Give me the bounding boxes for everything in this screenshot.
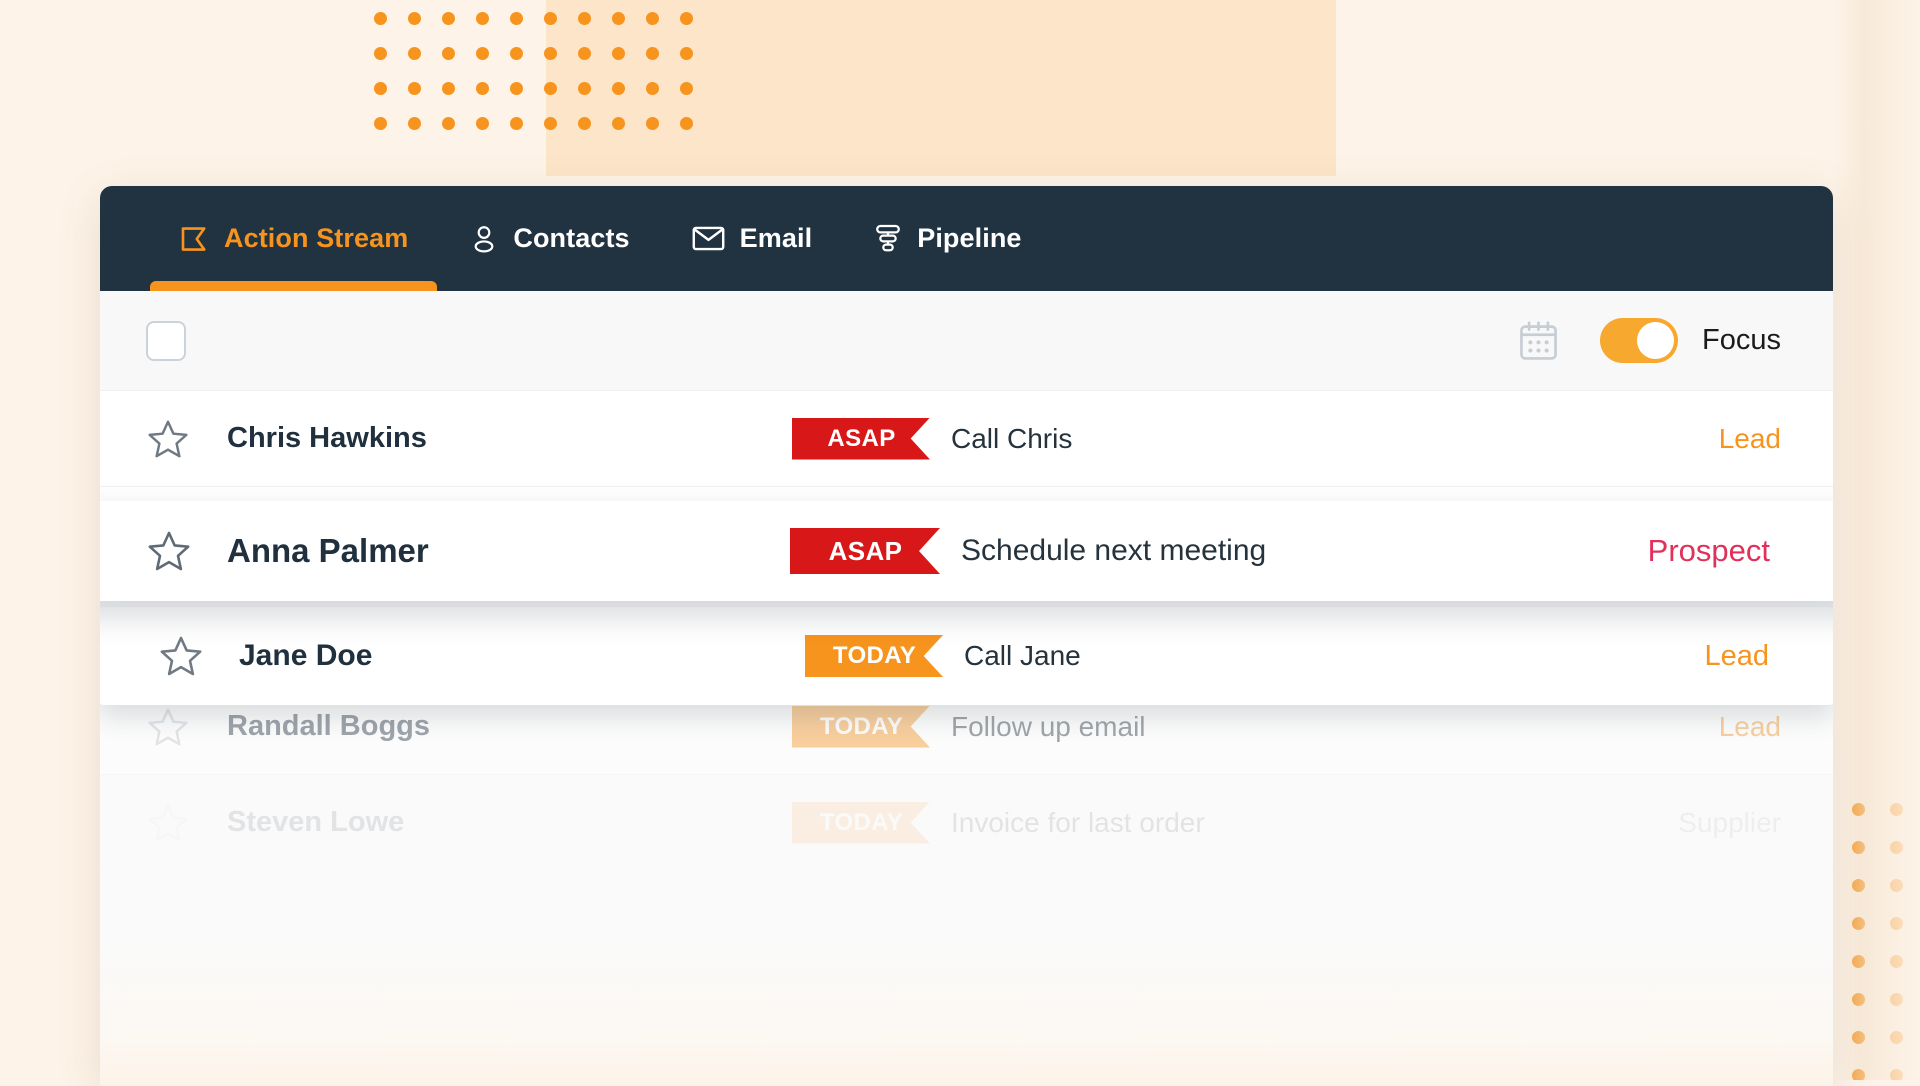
priority-badge: ASAP xyxy=(790,528,940,574)
decorative-dot xyxy=(374,47,387,60)
decorative-dot xyxy=(544,12,557,25)
star-icon[interactable] xyxy=(158,633,204,679)
tab-label-contacts: Contacts xyxy=(513,223,630,253)
star-icon[interactable] xyxy=(146,417,192,461)
decorative-dot xyxy=(680,12,693,25)
decorative-dot xyxy=(374,12,387,25)
task-text: Call Jane xyxy=(964,640,1081,671)
decorative-dot xyxy=(442,82,455,95)
select-all-checkbox[interactable] xyxy=(146,320,186,361)
row-task-group: TODAY Invoice for last order xyxy=(792,801,1205,844)
tab-action-stream[interactable]: Action Stream xyxy=(148,186,439,291)
action-stream-list: Chris Hawkins ASAP Call Chris Lead Anna Palm… xyxy=(100,391,1833,871)
status-badge: Supplier xyxy=(1678,806,1781,838)
focus-label: Focus xyxy=(1702,324,1781,356)
decorative-dot xyxy=(680,82,693,95)
decorative-dot xyxy=(612,47,625,60)
decorative-dot xyxy=(408,117,421,130)
decorative-dot xyxy=(408,82,421,95)
decorative-dot xyxy=(680,47,693,60)
task-text: Invoice for last order xyxy=(951,806,1205,838)
decorative-dot xyxy=(476,12,489,25)
tab-contacts[interactable]: Contacts xyxy=(439,186,660,291)
decorative-dot xyxy=(510,82,523,95)
decorative-dot xyxy=(646,82,659,95)
email-envelope-icon xyxy=(692,225,725,252)
main-navigation-bar: Action Stream Contacts Email Pipeline xyxy=(100,186,1833,291)
decorative-dot xyxy=(442,117,455,130)
contact-name: Jane Doe xyxy=(239,639,373,672)
decorative-dot xyxy=(510,12,523,25)
contact-name: Chris Hawkins xyxy=(227,422,427,454)
tab-pipeline[interactable]: Pipeline xyxy=(843,186,1052,291)
decorative-dot xyxy=(646,47,659,60)
decorative-dot xyxy=(408,12,421,25)
status-badge: Lead xyxy=(1718,422,1781,454)
status-badge: Prospect xyxy=(1647,533,1770,568)
calendar-icon[interactable] xyxy=(1518,320,1559,362)
table-row[interactable]: Chris Hawkins ASAP Call Chris Lead xyxy=(100,391,1833,487)
list-toolbar: Focus xyxy=(100,291,1833,391)
tab-label-email: Email xyxy=(739,223,813,253)
decorative-dot xyxy=(510,117,523,130)
decorative-dot xyxy=(544,47,557,60)
decorative-dot xyxy=(612,117,625,130)
decorative-dot xyxy=(544,117,557,130)
priority-badge: TODAY xyxy=(805,635,943,677)
decorative-dot xyxy=(646,12,659,25)
decorative-dot xyxy=(646,117,659,130)
tab-label-pipeline: Pipeline xyxy=(917,223,1022,253)
decorative-dot xyxy=(612,82,625,95)
decorative-dot xyxy=(578,117,591,130)
contacts-person-icon xyxy=(470,224,498,254)
app-window: Action Stream Contacts Email Pipeline Fo… xyxy=(100,186,1833,1086)
decorative-dot xyxy=(578,82,591,95)
decorative-dot xyxy=(612,12,625,25)
status-badge: Lead xyxy=(1704,639,1769,672)
decorative-dot xyxy=(680,117,693,130)
decorative-dot xyxy=(578,12,591,25)
tab-email[interactable]: Email xyxy=(661,186,844,291)
pipeline-funnel-icon xyxy=(874,223,902,254)
star-icon[interactable] xyxy=(146,705,192,749)
decorative-dot xyxy=(442,47,455,60)
status-badge: Lead xyxy=(1718,710,1781,742)
decorative-dot xyxy=(544,82,557,95)
task-text: Schedule next meeting xyxy=(961,534,1267,567)
priority-badge: TODAY xyxy=(792,705,930,748)
contact-name: Anna Palmer xyxy=(227,532,429,569)
decorative-dot xyxy=(442,12,455,25)
task-text: Follow up email xyxy=(951,710,1146,742)
table-row[interactable]: Jane Doe TODAY Call Jane Lead xyxy=(100,607,1833,705)
decorative-dot xyxy=(476,82,489,95)
action-stream-icon xyxy=(179,224,209,254)
decorative-dot xyxy=(476,117,489,130)
contact-name: Steven Lowe xyxy=(227,806,405,838)
decorative-dot xyxy=(578,47,591,60)
decorative-dot xyxy=(510,47,523,60)
star-icon[interactable] xyxy=(146,801,192,845)
star-icon[interactable] xyxy=(146,525,192,577)
decorative-dot xyxy=(408,47,421,60)
task-text: Call Chris xyxy=(951,422,1073,454)
dot-grid-top xyxy=(374,12,714,152)
tab-label-action-stream: Action Stream xyxy=(224,223,409,253)
right-edge-gradient xyxy=(1834,0,1920,1080)
decorative-dot xyxy=(374,117,387,130)
table-row[interactable]: Anna Palmer ASAP Schedule next meeting Pros… xyxy=(100,501,1833,601)
list-bottom-fade xyxy=(100,936,1833,1086)
row-task-group: ASAP Schedule next meeting xyxy=(790,528,1266,574)
contact-name: Randall Boggs xyxy=(227,710,431,742)
table-row[interactable]: Steven Lowe TODAY Invoice for last order Su… xyxy=(100,775,1833,871)
decorative-dot xyxy=(374,82,387,95)
row-task-group: ASAP Call Chris xyxy=(792,417,1073,460)
row-task-group: TODAY Call Jane xyxy=(805,635,1081,677)
focus-toggle[interactable] xyxy=(1600,318,1679,363)
focus-toggle-knob xyxy=(1637,322,1675,359)
row-task-group: TODAY Follow up email xyxy=(792,705,1146,748)
priority-badge: TODAY xyxy=(792,801,930,844)
decorative-dot xyxy=(476,47,489,60)
priority-badge: ASAP xyxy=(792,417,930,460)
